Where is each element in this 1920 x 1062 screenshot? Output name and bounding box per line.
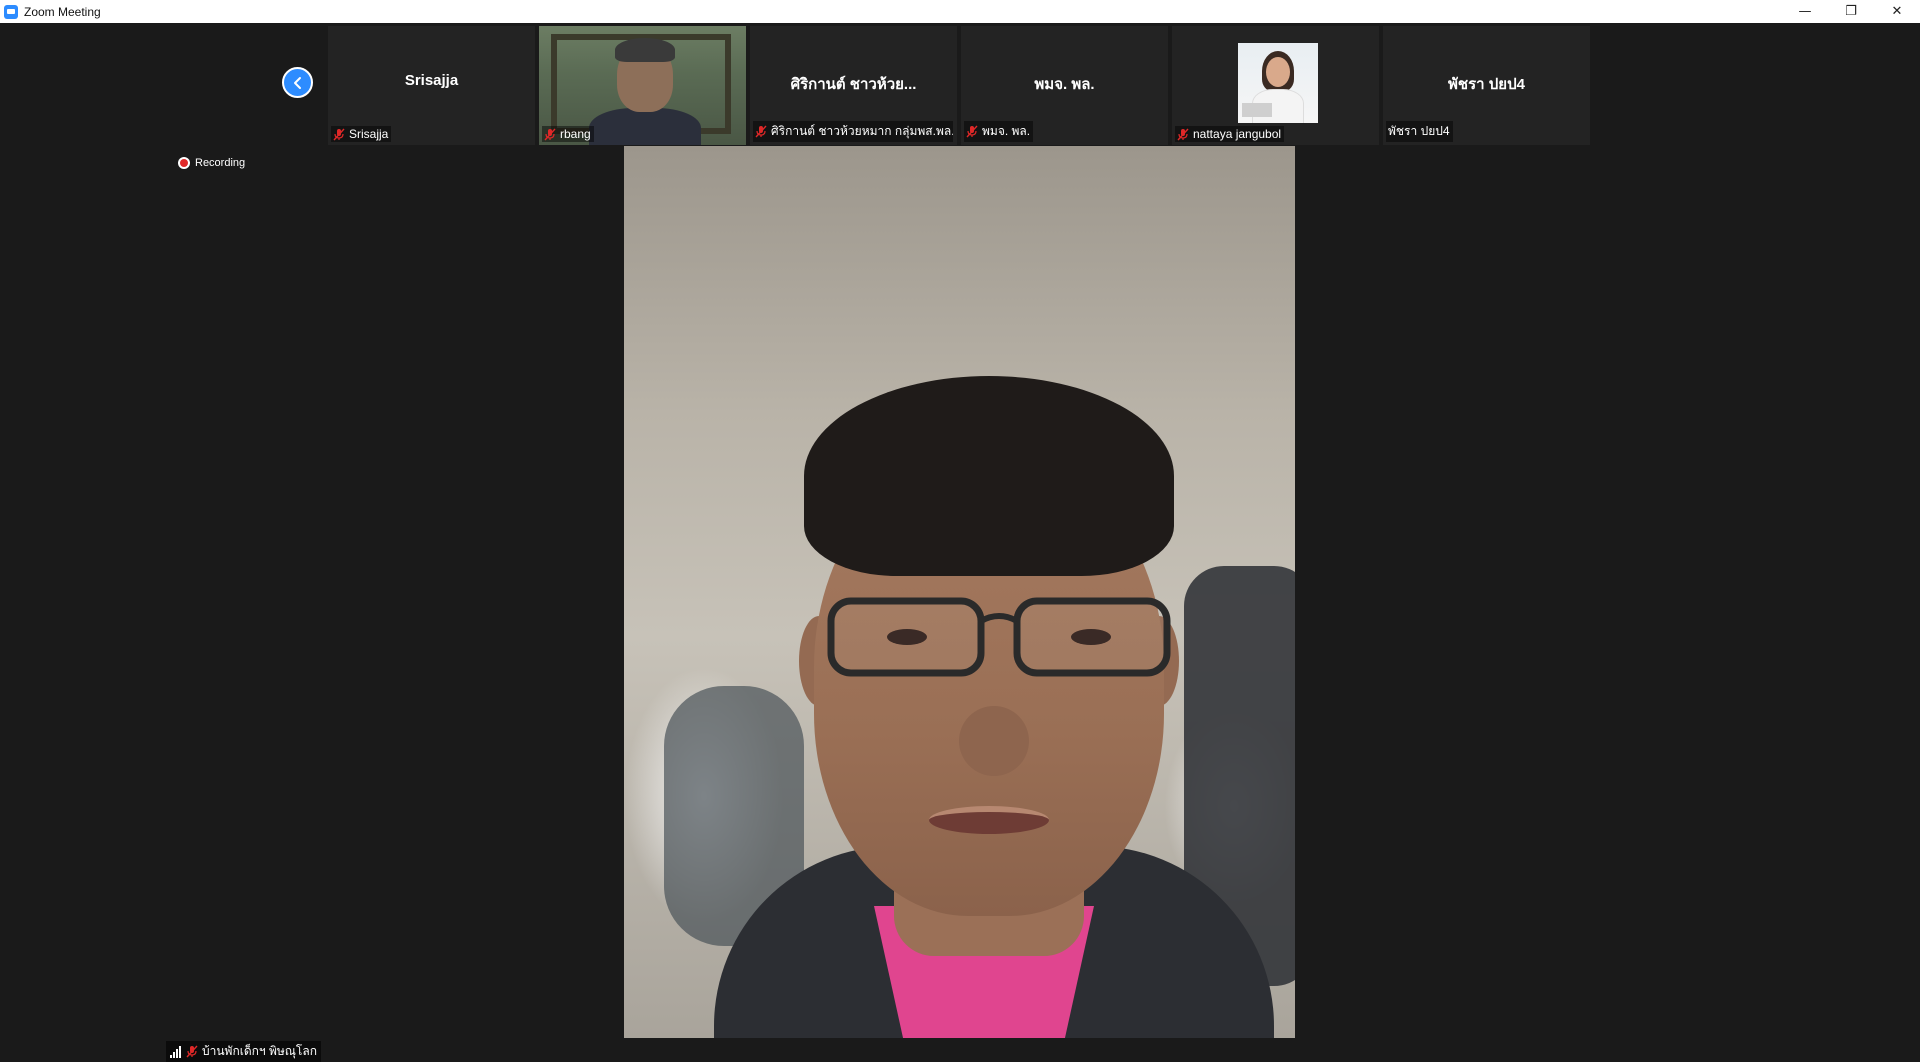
- participant-name-title: ศิริกานต์ ชาวห้วย...: [790, 76, 917, 93]
- participant-name: พมจ. พล.: [982, 124, 1031, 138]
- participant-label: Srisajja: [331, 126, 392, 142]
- participant-name-title: Srisajja: [404, 72, 459, 89]
- glasses: [827, 597, 1171, 677]
- participant-name: Srisajja: [349, 127, 389, 141]
- mic-muted-icon: [333, 128, 345, 140]
- participant-tile[interactable]: Srisajja Srisajja: [328, 26, 535, 145]
- recording-indicator[interactable]: Recording: [178, 157, 245, 169]
- participant-label: rbang: [542, 126, 594, 142]
- previous-page-button[interactable]: [282, 67, 313, 98]
- participant-label: nattaya jangubol: [1175, 126, 1285, 142]
- participant-name: พัชรา ปยป4: [1388, 124, 1450, 138]
- participant-name: rbang: [560, 127, 591, 141]
- participant-label: พมจ. พล.: [964, 121, 1034, 142]
- participant-label: พัชรา ปยป4: [1386, 121, 1453, 142]
- participant-tile[interactable]: rbang: [539, 26, 746, 145]
- participant-avatar: [1238, 43, 1318, 123]
- signal-strength-icon: [170, 1045, 181, 1058]
- window-title: Zoom Meeting: [24, 4, 101, 19]
- zoom-logo-icon: [4, 4, 18, 19]
- participant-name-title: พัชรา ปยป4: [1448, 76, 1525, 93]
- restore-button[interactable]: ❐: [1828, 0, 1874, 23]
- close-button[interactable]: ✕: [1874, 0, 1920, 23]
- participant-name: nattaya jangubol: [1193, 127, 1282, 141]
- chevron-left-icon: [293, 76, 301, 89]
- record-icon: [178, 157, 190, 169]
- minimize-button[interactable]: —: [1782, 0, 1828, 23]
- participant-tile[interactable]: ศิริกานต์ ชาวห้วย... ศิริกานต์ ชาวห้วยหม…: [750, 26, 957, 145]
- meeting-stage: Srisajja Srisajja rbang ศิริกานต์ ชาวห้ว…: [0, 23, 1920, 1062]
- participant-tile[interactable]: พัชรา ปยป4 พัชรา ปยป4: [1383, 26, 1590, 145]
- speaker-label: บ้านพักเด็กฯ พิษณุโลก: [166, 1041, 321, 1062]
- participant-tile[interactable]: พมจ. พล. พมจ. พล.: [961, 26, 1168, 145]
- title-bar: Zoom Meeting — ❐ ✕: [0, 0, 1920, 23]
- mic-muted-icon: [966, 125, 978, 138]
- participant-tile[interactable]: nattaya jangubol: [1172, 26, 1379, 145]
- mic-muted-icon: [755, 125, 767, 138]
- mic-muted-icon: [186, 1045, 198, 1058]
- active-speaker-video: [624, 146, 1295, 1038]
- participant-name-title: พมจ. พล.: [1034, 76, 1095, 93]
- mic-muted-icon: [1177, 128, 1189, 140]
- participant-label: ศิริกานต์ ชาวห้วยหมาก กลุ่มพส.พล.: [753, 121, 953, 142]
- participant-name: ศิริกานต์ ชาวห้วยหมาก กลุ่มพส.พล.: [771, 124, 953, 138]
- mic-muted-icon: [544, 128, 556, 140]
- window-controls: — ❐ ✕: [1782, 0, 1920, 23]
- recording-label: Recording: [195, 157, 246, 169]
- speaker-name: บ้านพักเด็กฯ พิษณุโลก: [202, 1044, 317, 1058]
